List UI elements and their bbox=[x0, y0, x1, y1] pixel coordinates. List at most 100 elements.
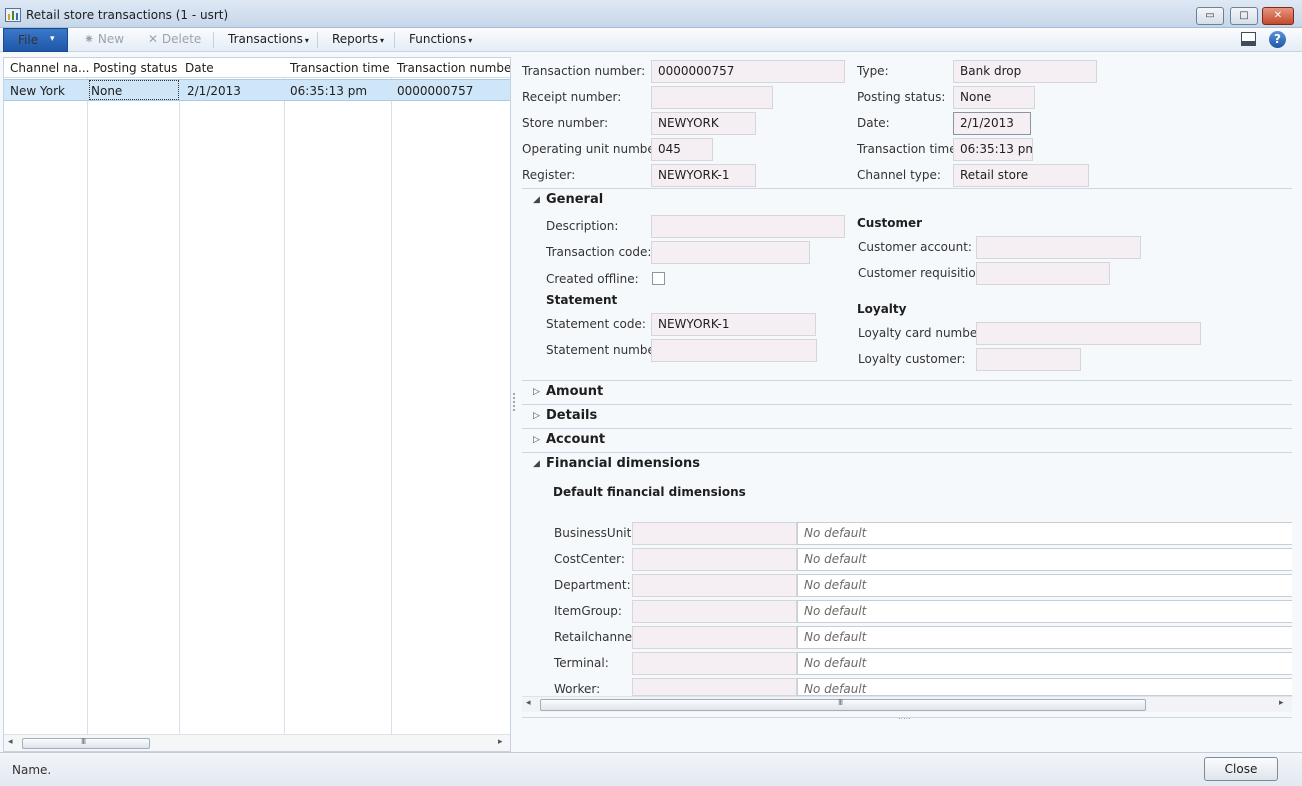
fasttab-details[interactable]: ▷ Details bbox=[522, 404, 1292, 428]
close-button[interactable]: Close bbox=[1204, 757, 1278, 781]
dimension-value-terminal: No default bbox=[797, 652, 1292, 675]
window-title: Retail store transactions (1 - usrt) bbox=[26, 8, 229, 22]
transactions-menu[interactable]: Transactions ▾ bbox=[228, 32, 309, 46]
created-offline-label: Created offline: bbox=[546, 272, 639, 286]
functions-label: Functions bbox=[409, 32, 467, 46]
dimension-value-cost-center: No default bbox=[797, 548, 1292, 571]
store-number-field[interactable]: NEWYORK bbox=[651, 112, 756, 135]
file-menu-button[interactable]: File ▾ bbox=[3, 28, 68, 52]
cell-date[interactable]: 2/1/2013 bbox=[187, 84, 241, 98]
scroll-right-icon[interactable]: ▸ bbox=[1279, 698, 1284, 708]
transaction-number-label: Transaction number: bbox=[522, 64, 646, 78]
receipt-number-field[interactable] bbox=[651, 86, 773, 109]
column-divider bbox=[87, 78, 88, 738]
title-bar: Retail store transactions (1 - usrt) ▭ □… bbox=[0, 0, 1302, 28]
statement-code-field[interactable]: NEWYORK-1 bbox=[651, 313, 816, 336]
dimension-field-department[interactable] bbox=[632, 574, 797, 597]
loyalty-customer-field[interactable] bbox=[976, 348, 1081, 371]
close-window-button[interactable]: ✕ bbox=[1262, 7, 1294, 25]
transaction-number-field[interactable]: 0000000757 bbox=[651, 60, 845, 83]
column-header-transaction-time[interactable]: Transaction time bbox=[290, 61, 390, 75]
scroll-thumb[interactable]: III bbox=[22, 737, 150, 749]
receipt-number-label: Receipt number: bbox=[522, 90, 622, 104]
toolbar-divider bbox=[317, 32, 318, 48]
type-label: Type: bbox=[857, 64, 889, 78]
minimize-button[interactable]: ▭ bbox=[1196, 7, 1224, 25]
created-offline-checkbox[interactable] bbox=[652, 272, 665, 285]
store-number-label: Store number: bbox=[522, 116, 609, 130]
help-icon[interactable]: ? bbox=[1269, 31, 1286, 48]
dimension-label-worker: Worker: bbox=[554, 682, 601, 696]
scroll-right-icon[interactable]: ▸ bbox=[498, 737, 503, 747]
dimension-label-item-group: ItemGroup: bbox=[554, 604, 622, 618]
scroll-left-icon[interactable]: ◂ bbox=[8, 737, 13, 747]
fasttab-amount-title: Amount bbox=[546, 384, 604, 399]
transactions-label: Transactions bbox=[228, 32, 303, 46]
cell-transaction-time[interactable]: 06:35:13 pm bbox=[290, 84, 367, 98]
detail-horizontal-scrollbar[interactable]: ◂ III ▸ bbox=[522, 696, 1292, 712]
functions-menu[interactable]: Functions ▾ bbox=[409, 32, 472, 46]
fasttab-general[interactable]: ◢ General bbox=[522, 188, 1292, 212]
channel-type-label: Channel type: bbox=[857, 168, 941, 182]
collapsed-icon: ▷ bbox=[533, 435, 540, 445]
dimension-label-department: Department: bbox=[554, 578, 631, 592]
dimension-label-cost-center: CostCenter: bbox=[554, 552, 625, 566]
dimension-field-item-group[interactable] bbox=[632, 600, 797, 623]
layout-toggle-icon[interactable] bbox=[1241, 32, 1256, 46]
status-text: Name. bbox=[12, 763, 52, 777]
loyalty-card-label: Loyalty card number: bbox=[858, 326, 986, 340]
cell-transaction-number[interactable]: 0000000757 bbox=[397, 84, 473, 98]
loyalty-card-field[interactable] bbox=[976, 322, 1201, 345]
dimension-value-item-group: No default bbox=[797, 600, 1292, 623]
dimension-field-terminal[interactable] bbox=[632, 652, 797, 675]
fasttab-account[interactable]: ▷ Account bbox=[522, 428, 1292, 452]
customer-account-field[interactable] bbox=[976, 236, 1141, 259]
description-field[interactable] bbox=[651, 215, 845, 238]
dimension-field-worker[interactable] bbox=[632, 678, 797, 696]
grid-header: Channel na... Posting status Date Transa… bbox=[4, 58, 510, 78]
collapsed-icon: ▷ bbox=[533, 411, 540, 421]
column-header-date[interactable]: Date bbox=[185, 61, 214, 75]
column-header-transaction-number[interactable]: Transaction number bbox=[397, 61, 510, 75]
column-header-channel[interactable]: Channel na... bbox=[10, 61, 89, 75]
transaction-code-field[interactable] bbox=[651, 241, 810, 264]
column-divider bbox=[179, 78, 180, 738]
statement-number-field[interactable] bbox=[651, 339, 817, 362]
operating-unit-field[interactable]: 045 bbox=[651, 138, 713, 161]
transaction-time-field[interactable]: 06:35:13 pm bbox=[953, 138, 1033, 161]
dimension-field-business-unit[interactable] bbox=[632, 522, 797, 545]
delete-label: Delete bbox=[161, 32, 202, 46]
new-button[interactable]: ✷ New bbox=[84, 32, 124, 46]
scroll-thumb[interactable]: III bbox=[540, 698, 1146, 711]
customer-account-label: Customer account: bbox=[858, 240, 972, 254]
app-icon bbox=[5, 8, 21, 22]
dimension-label-terminal: Terminal: bbox=[554, 656, 609, 670]
grid-horizontal-scrollbar[interactable]: ◂ III ▸ bbox=[4, 734, 510, 751]
channel-type-field[interactable]: Retail store bbox=[953, 164, 1089, 187]
type-field[interactable]: Bank drop bbox=[953, 60, 1097, 83]
date-field[interactable]: 2/1/2013 bbox=[953, 112, 1031, 135]
cell-posting-status[interactable]: None bbox=[91, 84, 122, 98]
reports-menu[interactable]: Reports ▾ bbox=[332, 32, 384, 46]
transaction-time-label: Transaction time: bbox=[857, 142, 961, 156]
maximize-button[interactable]: □ bbox=[1230, 7, 1258, 25]
delete-button[interactable]: ✕ Delete bbox=[148, 32, 201, 46]
dimension-field-cost-center[interactable] bbox=[632, 548, 797, 571]
reports-label: Reports bbox=[332, 32, 379, 46]
fasttab-account-title: Account bbox=[546, 432, 606, 447]
customer-requisition-field[interactable] bbox=[976, 262, 1110, 285]
table-row[interactable]: New York None 2/1/2013 06:35:13 pm 00000… bbox=[4, 79, 510, 101]
dimension-field-retail-channel[interactable] bbox=[632, 626, 797, 649]
fasttab-amount[interactable]: ▷ Amount bbox=[522, 380, 1292, 404]
fasttab-financial-dimensions[interactable]: ◢ Financial dimensions bbox=[522, 452, 1292, 476]
register-field[interactable]: NEWYORK-1 bbox=[651, 164, 756, 187]
cell-channel[interactable]: New York bbox=[10, 84, 65, 98]
dimension-value-retail-channel: No default bbox=[797, 626, 1292, 649]
column-header-posting-status[interactable]: Posting status bbox=[93, 61, 177, 75]
new-icon: ✷ bbox=[84, 32, 95, 46]
posting-status-field[interactable]: None bbox=[953, 86, 1035, 109]
scroll-left-icon[interactable]: ◂ bbox=[526, 698, 531, 708]
date-label: Date: bbox=[857, 116, 890, 130]
statement-code-label: Statement code: bbox=[546, 317, 646, 331]
statement-heading: Statement bbox=[546, 293, 618, 307]
